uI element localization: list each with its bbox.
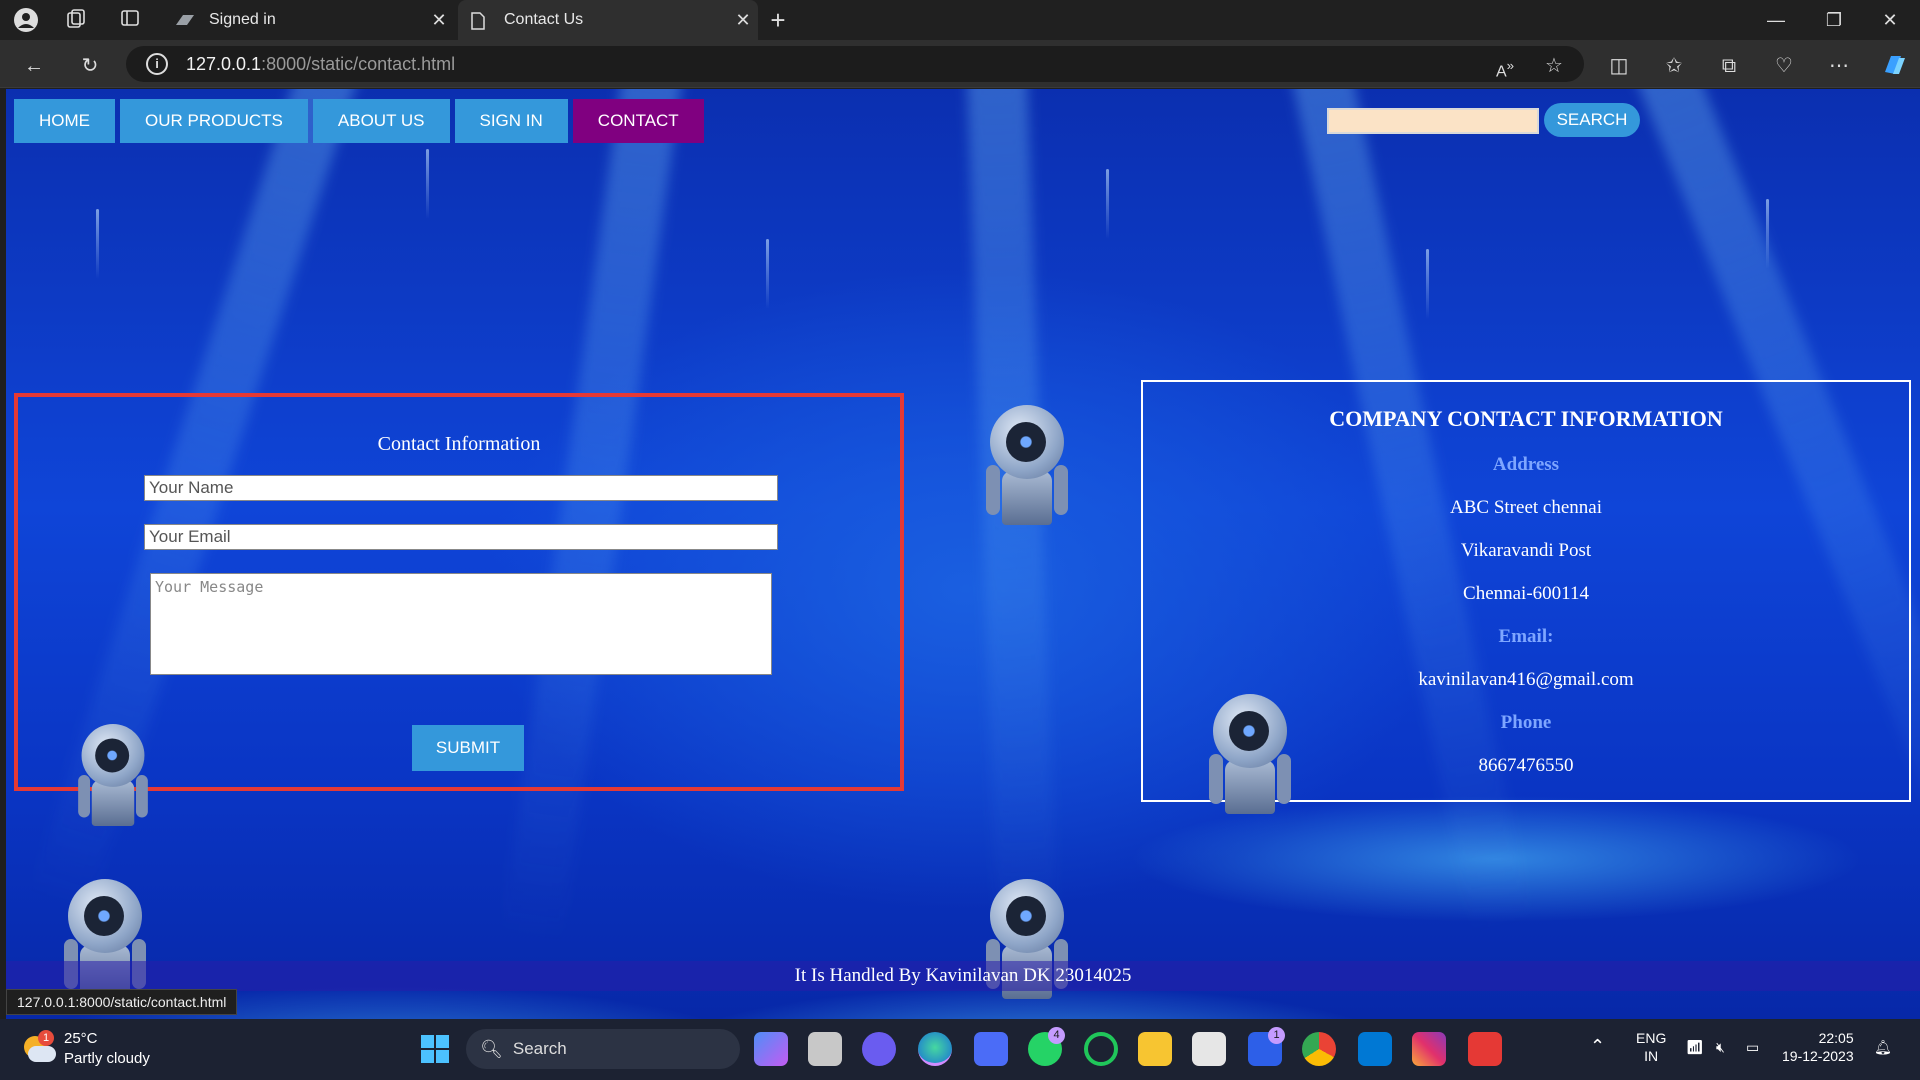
chat-icon[interactable]	[862, 1032, 896, 1066]
notification-bell-icon[interactable]: 🔔︎	[1874, 1038, 1892, 1056]
site-info-icon[interactable]: i	[146, 53, 168, 75]
weather-desc: Partly cloudy	[64, 1050, 150, 1067]
new-tab-icon[interactable]: +	[766, 7, 790, 33]
nav-contact[interactable]: CONTACT	[572, 99, 704, 143]
vscode-icon[interactable]	[1358, 1032, 1392, 1066]
rain-streak	[1106, 169, 1109, 239]
volume-muted-icon[interactable]: 🔇︎	[1716, 1038, 1725, 1056]
copilot-icon[interactable]	[1880, 52, 1908, 80]
tab-title: Signed in	[209, 11, 276, 28]
instagram-icon[interactable]	[1412, 1032, 1446, 1066]
battery-icon[interactable]: ▭	[1746, 1038, 1759, 1056]
close-tab-icon[interactable]: ✕	[424, 10, 454, 31]
store-icon[interactable]	[1192, 1032, 1226, 1066]
task-view-icon[interactable]	[808, 1032, 842, 1066]
company-info-panel: COMPANY CONTACT INFORMATION Address ABC …	[1141, 380, 1911, 814]
weather-badge: 1	[38, 1030, 54, 1046]
windows-taskbar: 1 25°C Partly cloudy 🔍︎ Search 4 1 ⌃ ENG…	[0, 1019, 1920, 1080]
tab-title: Contact Us	[504, 11, 584, 28]
rain-streak	[766, 239, 769, 309]
signature-icon	[175, 12, 195, 28]
phone-label: Phone	[1500, 712, 1552, 733]
refresh-icon[interactable]: ↻	[76, 52, 104, 80]
search-button[interactable]: SEARCH	[1544, 103, 1640, 137]
submit-button[interactable]: SUBMIT	[412, 725, 524, 771]
workspaces-icon[interactable]	[64, 8, 88, 32]
name-input[interactable]: Your Name	[144, 475, 778, 501]
message-textarea[interactable]: Your Message	[150, 573, 772, 675]
rain-streak	[426, 149, 429, 219]
chrome-icon[interactable]	[1302, 1032, 1336, 1066]
back-icon[interactable]: ←	[20, 52, 48, 80]
wifi-icon[interactable]: 📶︎	[1686, 1038, 1704, 1056]
search-icon: 🔍︎	[480, 1038, 503, 1059]
tab-signed-in[interactable]: Signed in ✕	[163, 0, 454, 40]
email-input[interactable]: Your Email	[144, 524, 778, 550]
more-menu-icon[interactable]: ⋯	[1825, 52, 1853, 80]
form-title: Contact Information	[377, 433, 541, 455]
nav-home[interactable]: HOME	[14, 99, 115, 143]
vpn-app-icon[interactable]	[974, 1032, 1008, 1066]
email-value: kavinilavan416@gmail.com	[1418, 669, 1634, 690]
contact-form: Contact Information Your Name Your Email…	[14, 393, 904, 826]
taskbar-search[interactable]: 🔍︎ Search	[466, 1029, 740, 1069]
taskbar-search-label: Search	[512, 1039, 567, 1058]
page-footer: It Is Handled By Kavinilavan DK 23014025	[6, 961, 1920, 991]
weather-temp: 25°C	[64, 1030, 98, 1047]
minimize-icon[interactable]: —	[1748, 0, 1804, 40]
company-info-heading: COMPANY CONTACT INFORMATION	[1329, 406, 1723, 431]
profile-icon[interactable]	[14, 8, 38, 32]
page-icon	[470, 12, 490, 30]
language-indicator[interactable]: ENG IN	[1636, 1029, 1666, 1065]
favorites-icon[interactable]: ✩	[1660, 52, 1688, 80]
read-aloud-icon[interactable]: A»	[1491, 52, 1519, 80]
tab-contact-us[interactable]: Contact Us ✕	[458, 0, 758, 40]
rain-streak	[96, 209, 99, 279]
address-label: Address	[1492, 454, 1560, 475]
nav-about-us[interactable]: ABOUT US	[312, 99, 450, 143]
split-screen-icon[interactable]: ◫	[1605, 52, 1633, 80]
page-viewport: HOME OUR PRODUCTS ABOUT US SIGN IN CONTA…	[6, 89, 1920, 1019]
favorite-star-icon[interactable]: ☆	[1540, 52, 1568, 80]
browser-essentials-icon[interactable]: ♡	[1770, 52, 1798, 80]
close-window-icon[interactable]: ✕	[1862, 0, 1918, 40]
tab-actions-icon[interactable]	[118, 8, 142, 32]
file-explorer-icon[interactable]	[1138, 1032, 1172, 1066]
address-line-1: ABC Street chennai	[1450, 497, 1602, 518]
rain-streak	[1426, 249, 1429, 319]
status-url-tooltip: 127.0.0.1:8000/static/contact.html	[6, 989, 238, 1015]
pdf-app-icon[interactable]	[1468, 1032, 1502, 1066]
rain-streak	[1766, 199, 1769, 269]
start-icon[interactable]	[418, 1032, 452, 1066]
whatsapp-badge: 4	[1048, 1027, 1065, 1044]
nav-our-products[interactable]: OUR PRODUCTS	[120, 99, 308, 143]
clock[interactable]: 22:05 19-12-2023	[1782, 1029, 1854, 1065]
address-bar[interactable]: i 127.0.0.1:8000/static/contact.html	[126, 46, 1584, 82]
chevron-up-icon[interactable]: ⌃	[1590, 1037, 1605, 1055]
circle-app-icon[interactable]	[1084, 1032, 1118, 1066]
main-nav: HOME OUR PRODUCTS ABOUT US SIGN IN CONTA…	[14, 99, 709, 143]
copilot-app-icon[interactable]	[754, 1032, 788, 1066]
url-text: 127.0.0.1:8000/static/contact.html	[186, 53, 456, 74]
edge-icon[interactable]	[918, 1032, 952, 1066]
robot-illustration	[66, 724, 160, 826]
l-app-badge: 1	[1268, 1027, 1285, 1044]
address-line-2: Vikaravandi Post	[1460, 540, 1592, 561]
phone-value: 8667476550	[1478, 755, 1574, 776]
address-line-3: Chennai-600114	[1463, 583, 1589, 604]
robot-illustration	[972, 405, 1082, 525]
email-label: Email:	[1498, 626, 1554, 647]
nav-sign-in[interactable]: SIGN IN	[454, 99, 568, 143]
search-input[interactable]	[1327, 108, 1539, 134]
browser-tab-bar: Signed in ✕ Contact Us ✕ + — ❐ ✕	[0, 0, 1920, 40]
close-tab-icon[interactable]: ✕	[728, 10, 758, 31]
restore-icon[interactable]: ❐	[1806, 0, 1862, 40]
weather-widget[interactable]: 1 25°C Partly cloudy	[22, 1029, 150, 1069]
collections-icon[interactable]: ⧉	[1715, 52, 1743, 80]
partly-cloudy-icon: 1	[22, 1030, 56, 1064]
